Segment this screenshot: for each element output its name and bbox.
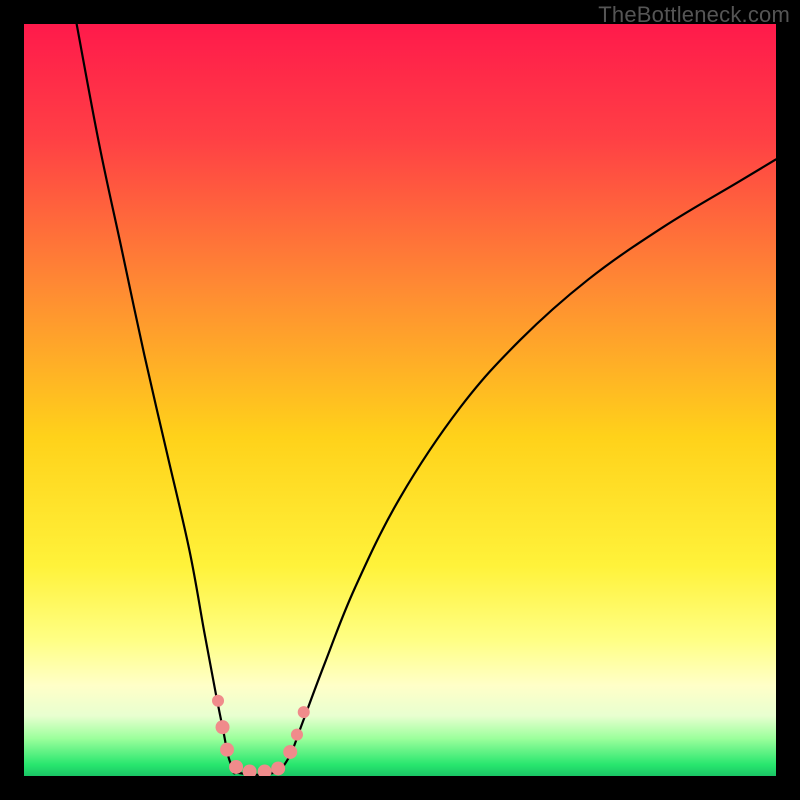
chart-frame [24,24,776,776]
marker-dot [212,695,224,707]
bottleneck-curve-chart [24,24,776,776]
marker-dot [298,706,310,718]
marker-dot [229,760,243,774]
gradient-background [24,24,776,776]
marker-dot [291,729,303,741]
marker-dot [283,745,297,759]
marker-dot [271,761,285,775]
marker-dot [220,743,234,757]
marker-dot [216,720,230,734]
